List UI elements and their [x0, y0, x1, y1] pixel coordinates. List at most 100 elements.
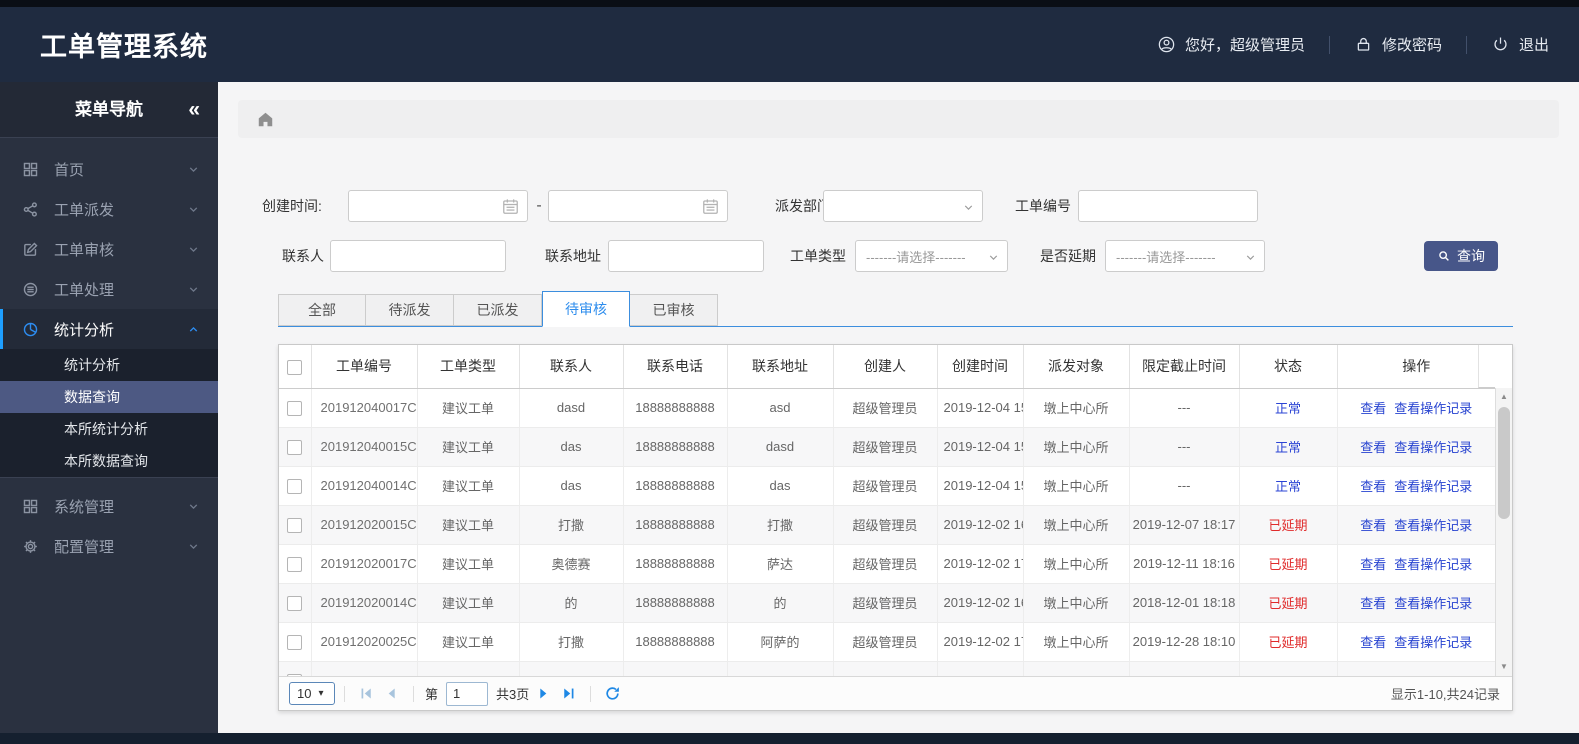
- work-order-table-panel: 工单编号 工单类型 联系人 联系电话 联系地址 创建人 创建时间 派发对象 限定…: [278, 344, 1513, 711]
- cell-phone: 18888888888: [623, 583, 728, 623]
- sidebar-item-process[interactable]: 工单处理: [0, 269, 218, 309]
- scrollbar-thumb[interactable]: [1498, 407, 1510, 519]
- view-log-link[interactable]: 查看操作记录: [1394, 557, 1472, 572]
- select-all-checkbox[interactable]: [287, 359, 303, 375]
- row-checkbox[interactable]: [287, 517, 303, 533]
- cell-order-no: 201912040015C: [311, 427, 418, 467]
- contact-label: 联系人: [282, 248, 324, 264]
- tab-to-review[interactable]: 待审核: [542, 291, 630, 327]
- created-time-from-input[interactable]: [348, 190, 528, 222]
- submenu-item-local-statistics[interactable]: 本所统计分析: [0, 413, 218, 445]
- contact-address-input[interactable]: [608, 240, 764, 272]
- page-size-select[interactable]: 10 ▾: [289, 682, 335, 705]
- view-log-link[interactable]: 查看操作记录: [1394, 635, 1472, 650]
- col-deadline: 限定截止时间: [1129, 345, 1240, 389]
- col-status: 状态: [1239, 345, 1338, 389]
- submenu-item-data-query[interactable]: 数据查询: [0, 381, 218, 413]
- view-link[interactable]: 查看: [1360, 401, 1386, 416]
- cell-creator: 超级管理员: [833, 544, 938, 584]
- view-log-link[interactable]: 查看操作记录: [1394, 479, 1472, 494]
- tab-dispatched[interactable]: 已派发: [454, 294, 542, 326]
- view-link[interactable]: 查看: [1360, 596, 1386, 611]
- chevron-down-icon: [189, 286, 198, 292]
- home-icon[interactable]: [256, 110, 275, 129]
- cell-created: 2019-12-02 17: [937, 544, 1024, 584]
- cell-deadline: ---: [1129, 388, 1240, 428]
- cell-contact: das: [519, 427, 624, 467]
- sidebar-item-review[interactable]: 工单审核: [0, 229, 218, 269]
- view-link[interactable]: 查看: [1360, 479, 1386, 494]
- logout-link[interactable]: 退出: [1491, 34, 1549, 55]
- tab-reviewed[interactable]: 已审核: [630, 294, 718, 326]
- cell-target: 墩上中心所: [1023, 505, 1130, 545]
- calendar-icon[interactable]: [701, 197, 720, 216]
- sidebar-item-home[interactable]: 首页: [0, 149, 218, 189]
- view-link[interactable]: 查看: [1360, 440, 1386, 455]
- created-time-to-input[interactable]: [548, 190, 728, 222]
- cell-contact: 打撒: [519, 505, 624, 545]
- order-type-select[interactable]: -------请选择-------: [855, 240, 1008, 272]
- cell-address: 打撒: [727, 505, 834, 545]
- page-size-value: 10: [297, 686, 312, 701]
- submenu-item-statistics[interactable]: 统计分析: [0, 349, 218, 381]
- row-checkbox[interactable]: [287, 634, 303, 650]
- calendar-icon[interactable]: [501, 197, 520, 216]
- row-checkbox[interactable]: [287, 556, 303, 572]
- next-page-icon[interactable]: [535, 685, 552, 702]
- view-link[interactable]: 查看: [1360, 635, 1386, 650]
- header-divider: [1465, 35, 1467, 54]
- view-log-link[interactable]: 查看操作记录: [1394, 401, 1472, 416]
- row-checkbox[interactable]: [287, 439, 303, 455]
- view-log-link[interactable]: 查看操作记录: [1394, 440, 1472, 455]
- collapse-sidebar-icon[interactable]: «: [188, 82, 200, 138]
- submenu-item-local-data-query[interactable]: 本所数据查询: [0, 445, 218, 477]
- grid-icon: [23, 162, 38, 176]
- sidebar-nav: 首页 工单派发 工单审核 工单处理 统计分析 统计分析 数据查询 本所统计分析 …: [0, 138, 218, 566]
- row-checkbox[interactable]: [287, 595, 303, 611]
- gear-icon: [24, 539, 37, 553]
- chevron-up-icon: [189, 326, 198, 332]
- prev-page-icon[interactable]: [383, 685, 400, 702]
- tab-to-dispatch[interactable]: 待派发: [366, 294, 454, 326]
- last-page-icon[interactable]: [560, 685, 577, 702]
- refresh-icon[interactable]: [604, 685, 621, 702]
- table-header-row: 工单编号 工单类型 联系人 联系电话 联系地址 创建人 创建时间 派发对象 限定…: [279, 345, 1495, 389]
- order-no-label: 工单编号: [1015, 198, 1071, 214]
- header-divider: [1328, 35, 1330, 54]
- sidebar-item-dispatch[interactable]: 工单派发: [0, 189, 218, 229]
- search-button[interactable]: 查询: [1424, 241, 1498, 271]
- order-no-input[interactable]: [1078, 190, 1258, 222]
- tab-all[interactable]: 全部: [278, 294, 366, 326]
- col-creator: 创建人: [833, 345, 938, 389]
- row-checkbox[interactable]: [287, 400, 303, 416]
- pie-chart-icon: [23, 322, 38, 336]
- user-greeting[interactable]: 您好，超级管理员: [1157, 34, 1305, 55]
- sidebar-item-statistics[interactable]: 统计分析: [0, 309, 218, 349]
- change-password-link[interactable]: 修改密码: [1354, 34, 1442, 55]
- chevron-down-icon: [189, 543, 198, 549]
- app-screen: 工单管理系统 您好，超级管理员 修改密码 退出 菜单导航 « 首页 工单派发 工…: [0, 0, 1579, 744]
- is-delayed-select[interactable]: -------请选择-------: [1105, 240, 1265, 272]
- cell-deadline: 2019-12-11 18:16: [1129, 544, 1240, 584]
- view-link[interactable]: 查看: [1360, 557, 1386, 572]
- sidebar-item-config[interactable]: 配置管理: [0, 526, 218, 566]
- sidebar-item-system[interactable]: 系统管理: [0, 486, 218, 526]
- view-log-link[interactable]: 查看操作记录: [1394, 596, 1472, 611]
- first-page-icon[interactable]: [358, 685, 375, 702]
- cell-created: 2019-12-04 15: [937, 427, 1024, 467]
- cell-order-type: 建议工单: [417, 388, 520, 428]
- scroll-up-button[interactable]: ▲: [1496, 389, 1512, 405]
- contact-input[interactable]: [330, 240, 506, 272]
- header-actions: 您好，超级管理员 修改密码 退出: [1157, 34, 1549, 55]
- scroll-down-button[interactable]: ▼: [1496, 659, 1512, 675]
- cell-creator: 超级管理员: [833, 388, 938, 428]
- cell-order-type: 建议工单: [417, 466, 520, 506]
- view-log-link[interactable]: 查看操作记录: [1394, 518, 1472, 533]
- sidebar-item-label: 统计分析: [54, 321, 115, 339]
- contact-address-label: 联系地址: [545, 248, 601, 264]
- dispatch-dept-select[interactable]: [823, 190, 983, 222]
- row-checkbox[interactable]: [287, 478, 303, 494]
- page-number-input[interactable]: [446, 681, 489, 706]
- vertical-scrollbar[interactable]: ▲ ▼: [1495, 388, 1512, 676]
- view-link[interactable]: 查看: [1360, 518, 1386, 533]
